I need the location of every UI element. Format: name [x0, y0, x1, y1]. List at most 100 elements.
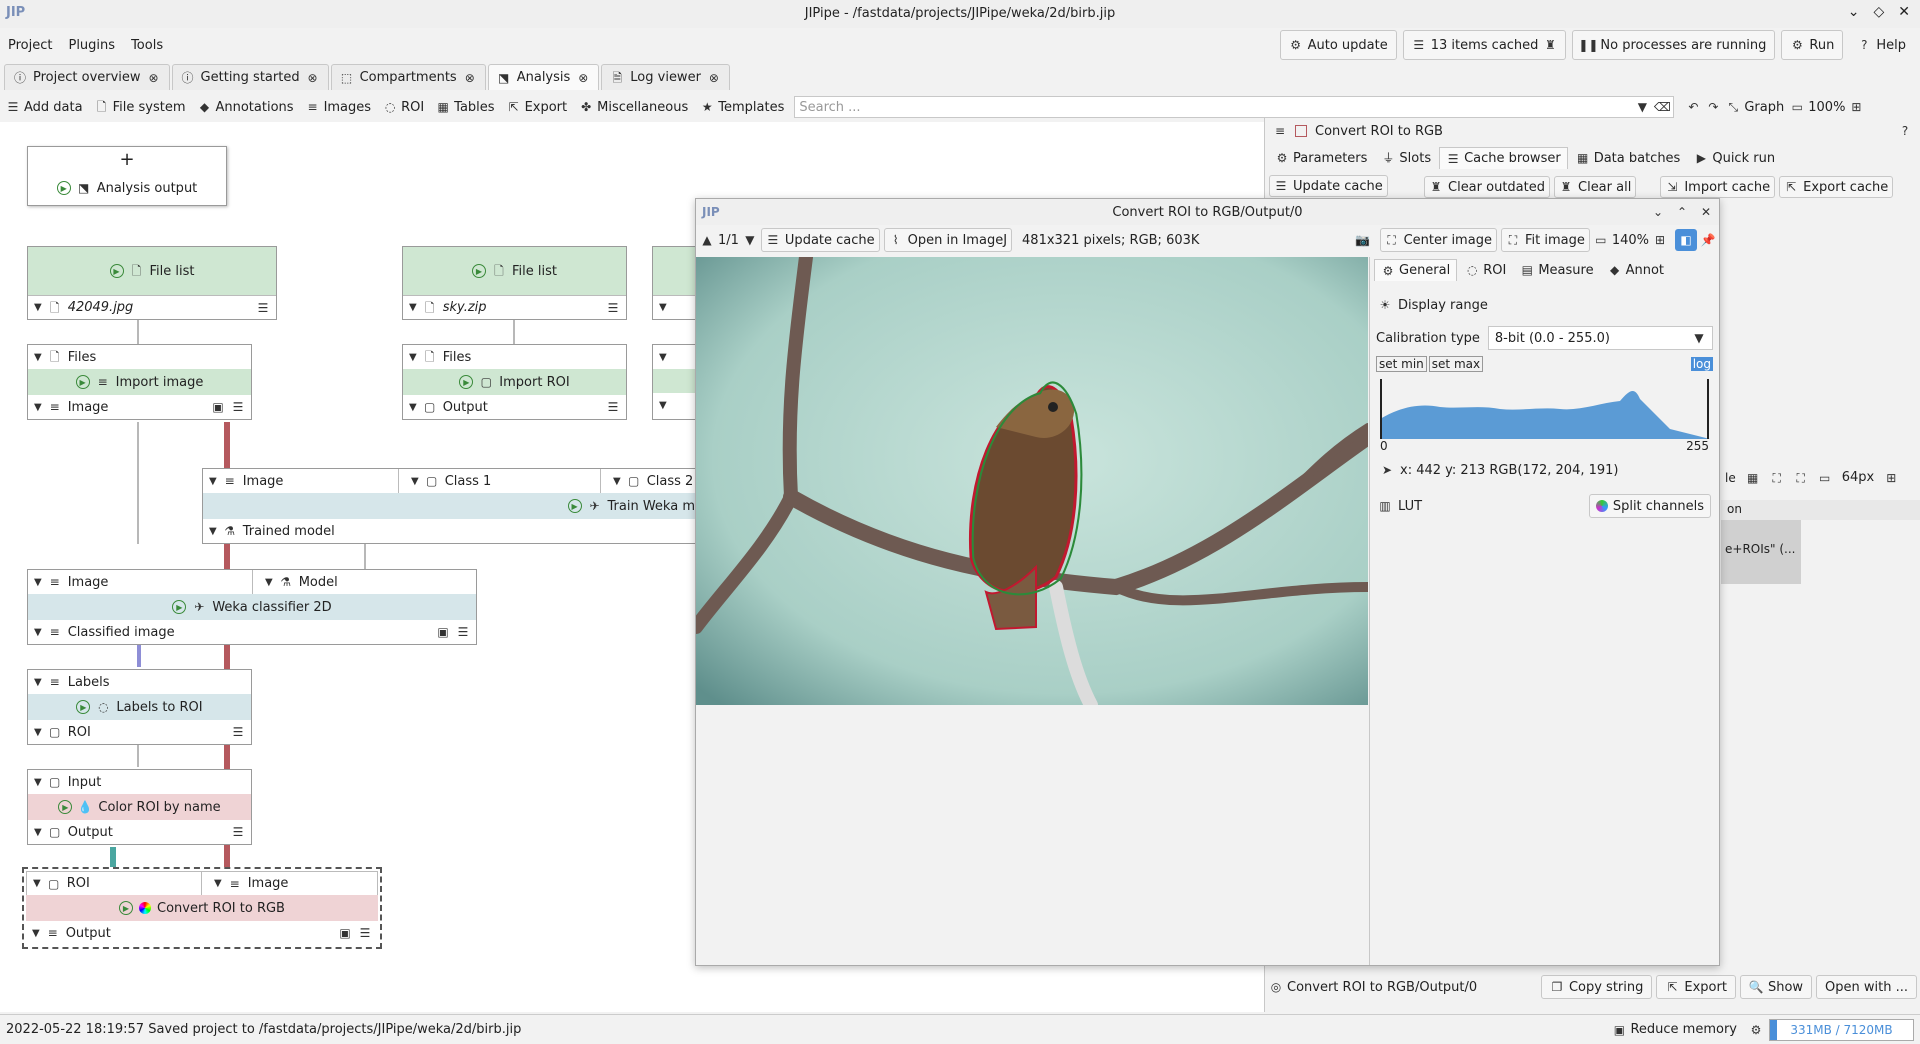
database-icon[interactable]: ☰ [231, 400, 245, 414]
menu-plugins[interactable]: Plugins [68, 38, 115, 53]
undo-icon[interactable]: ↶ [1686, 100, 1700, 114]
database-icon[interactable]: ☰ [256, 301, 270, 315]
close-tab-icon[interactable]: ⊗ [576, 71, 590, 85]
train-weka-node[interactable]: ▼ ≡ Image ▼ ▢ Class 1 ▼ ▢ Class 2 ▶ ✈ Train Weka… [202, 468, 702, 544]
slot-toggle-icon[interactable]: ▼ [34, 677, 42, 688]
close-tab-icon[interactable]: ⊗ [463, 71, 477, 85]
annotations-button[interactable]: ◆ Annotations [191, 96, 299, 118]
fit-icon[interactable]: ⛶ [1794, 471, 1808, 485]
export-button[interactable]: ⇱ Export [501, 96, 574, 118]
play-icon[interactable]: ▶ [459, 375, 474, 389]
images-button[interactable]: ≡ Images [300, 96, 378, 118]
graph-button[interactable]: ⤡ Graph [1720, 96, 1790, 118]
slot-toggle-icon[interactable]: ▼ [409, 302, 417, 313]
show-button[interactable]: 🔍 Show [1739, 975, 1813, 999]
file-list-node[interactable]: ▶ 🗋 File list ▼ 🗋 sky.zip ☰ [402, 246, 627, 320]
zoom-in-icon[interactable]: ⊞ [1849, 100, 1863, 114]
database-icon[interactable]: ☰ [606, 400, 620, 414]
slot-toggle-icon[interactable]: ▼ [214, 878, 222, 889]
menu-icon[interactable]: ≡ [1273, 124, 1287, 138]
image-canvas[interactable] [696, 257, 1368, 705]
split-channels-button[interactable]: Split channels [1588, 494, 1711, 518]
database-icon[interactable]: ☰ [456, 625, 470, 639]
slot-toggle-icon[interactable]: ▼ [659, 302, 667, 313]
slot-toggle-icon[interactable]: ▼ [34, 402, 42, 413]
expand-icon[interactable]: ⛶ [1770, 471, 1784, 485]
database-icon[interactable]: ☰ [231, 725, 245, 739]
add-slot-icon[interactable]: + [28, 147, 226, 171]
roi-button[interactable]: ◌ ROI [377, 96, 430, 118]
slot-toggle-icon[interactable]: ▼ [209, 526, 217, 537]
play-icon[interactable]: ▶ [109, 264, 124, 278]
play-icon[interactable]: ▶ [119, 901, 133, 915]
slot-toggle-icon[interactable]: ▼ [265, 577, 273, 588]
color-roi-node[interactable]: ▼ ▢ Input ▶ 💧 Color ROI by name ▼ ▢ Output ☰ [27, 769, 252, 845]
clear-outdated-button[interactable]: ♜ Clear outdated [1424, 176, 1550, 198]
center-image-button[interactable]: ⛶ Center image [1379, 228, 1497, 252]
minimize-icon[interactable]: ⌄ [1848, 4, 1860, 20]
gear-icon[interactable]: ⚙ [1749, 1023, 1763, 1037]
open-with-button[interactable]: Open with ... [1816, 975, 1917, 999]
weka-classifier-node[interactable]: ▼ ≡ Image ▼ ⚗ Model ▶ ✈ Weka classifier 2D ▼ ≡ C… [27, 569, 477, 645]
slot-toggle-icon[interactable]: ▼ [409, 402, 417, 413]
zoom-out-icon[interactable]: ▭ [1594, 233, 1608, 247]
help-icon[interactable]: ? [1898, 124, 1912, 138]
close-icon[interactable]: ✕ [1699, 205, 1713, 219]
reduce-memory-button[interactable]: ▣ Reduce memory [1606, 1019, 1743, 1041]
tab-getting-started[interactable]: ⓘ Getting started ⊗ [171, 64, 329, 90]
play-icon[interactable]: ▶ [75, 375, 90, 389]
templates-button[interactable]: ★ Templates [694, 96, 790, 118]
slot-toggle-icon[interactable]: ▼ [34, 352, 42, 363]
slot-toggle-icon[interactable]: ▼ [411, 476, 419, 487]
zoom-in-icon[interactable]: ⊞ [1884, 471, 1898, 485]
cache-cell[interactable]: e+ROIs" (... [1721, 520, 1801, 584]
slot-toggle-icon[interactable]: ▼ [34, 577, 42, 588]
pin-icon[interactable]: 📌 [1701, 233, 1716, 247]
tab-quick-run[interactable]: ▶ Quick run [1688, 147, 1781, 169]
preview-icon[interactable]: ▣ [211, 400, 225, 414]
import-roi-node[interactable]: ▼ 🗋 Files ▶ ▢ Import ROI ▼ ▢ Output ☰ [402, 344, 627, 420]
auto-update-button[interactable]: ⚙ Auto update [1279, 30, 1397, 60]
zoom-out-icon[interactable]: ▭ [1790, 100, 1804, 114]
slot-toggle-icon[interactable]: ▼ [409, 352, 417, 363]
tab-log-viewer[interactable]: 🗎 Log viewer ⊗ [601, 64, 730, 90]
fit-image-button[interactable]: ⛶ Fit image [1500, 228, 1590, 252]
tab-measure[interactable]: ▤ Measure [1514, 259, 1599, 281]
slot-toggle-icon[interactable]: ▼ [34, 627, 42, 638]
tab-parameters[interactable]: ⚙ Parameters [1269, 147, 1373, 169]
analysis-output-node[interactable]: + ▶ ⬔ Analysis output [27, 146, 227, 206]
database-icon[interactable]: ☰ [606, 301, 620, 315]
viewer-titlebar[interactable]: JIP Convert ROI to RGB/Output/0 ⌄ ⌃ ✕ [696, 199, 1719, 225]
slot-toggle-icon[interactable]: ▼ [34, 727, 42, 738]
export-button[interactable]: ⇱ Export [1656, 975, 1736, 999]
maximize-icon[interactable]: ⌃ [1675, 205, 1689, 219]
menu-tools[interactable]: Tools [131, 38, 163, 53]
play-icon[interactable]: ▶ [56, 181, 71, 195]
copy-string-button[interactable]: ❐ Copy string [1540, 975, 1653, 999]
run-button[interactable]: ⚙ Run [1781, 30, 1844, 60]
preview-icon[interactable]: ▣ [338, 926, 352, 940]
update-cache-button[interactable]: ☰ Update cache [1269, 175, 1388, 197]
add-data-button[interactable]: ☰ Add data [0, 96, 89, 118]
slot-toggle-icon[interactable]: ▼ [34, 777, 42, 788]
tab-data-batches[interactable]: ▦ Data batches [1570, 147, 1687, 169]
camera-icon[interactable]: 📷 [1355, 233, 1370, 247]
tab-compartments[interactable]: ⬚ Compartments ⊗ [330, 64, 486, 90]
slot-toggle-icon[interactable]: ▼ [34, 827, 42, 838]
sidebar-toggle-icon[interactable]: ◧ [1675, 229, 1697, 251]
maximize-icon[interactable]: ◇ [1873, 4, 1884, 20]
dropdown-icon[interactable]: ▼ [1635, 100, 1649, 114]
export-cache-button[interactable]: ⇱ Export cache [1779, 176, 1894, 198]
database-icon[interactable]: ☰ [358, 926, 372, 940]
tab-general[interactable]: ⚙ General [1374, 259, 1458, 281]
file-system-button[interactable]: 🗋 File system [89, 96, 192, 118]
slot-toggle-icon[interactable]: ▼ [33, 878, 41, 889]
play-icon[interactable]: ▶ [567, 499, 582, 513]
slot-toggle-icon[interactable]: ▼ [613, 476, 621, 487]
tab-project-overview[interactable]: ⓘ Project overview ⊗ [4, 64, 170, 90]
table-icon[interactable]: ▦ [1746, 471, 1760, 485]
slot-toggle-icon[interactable]: ▼ [209, 476, 217, 487]
tab-annotations[interactable]: ◆ Annot [1602, 259, 1670, 281]
import-image-node[interactable]: ▼ 🗋 Files ▶ ≡ Import image ▼ ≡ Image ▣ ☰ [27, 344, 252, 420]
close-tab-icon[interactable]: ⊗ [147, 71, 161, 85]
